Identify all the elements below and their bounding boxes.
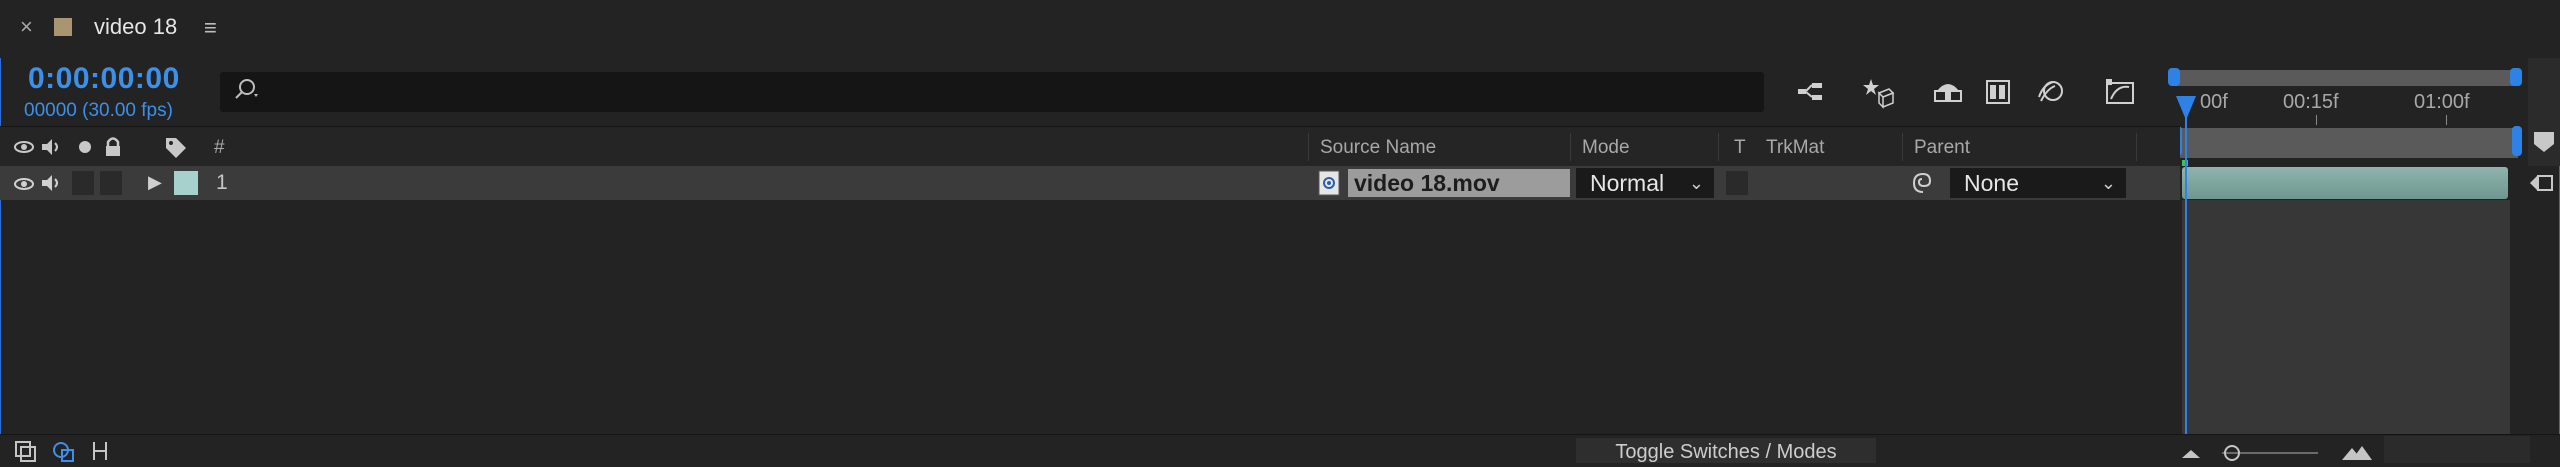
tab-color-swatch: [54, 18, 72, 36]
panel-menu-icon[interactable]: ≡: [204, 15, 217, 41]
mode-dropdown[interactable]: Normal ⌄: [1576, 168, 1714, 198]
column-source-name[interactable]: Source Name: [1320, 137, 1436, 159]
layer-index: 1: [216, 171, 228, 194]
motion-blur-icon[interactable]: [2030, 72, 2070, 112]
expand-triangle-icon[interactable]: ▶: [148, 172, 162, 193]
comp-marker-bin[interactable]: [2528, 58, 2560, 166]
current-time-indicator-head[interactable]: [2176, 96, 2196, 120]
search-icon[interactable]: [232, 76, 266, 113]
column-trkmat[interactable]: TrkMat: [1766, 137, 1824, 159]
preserve-transparency-toggle[interactable]: [1726, 171, 1748, 195]
layer-eye-icon[interactable]: [14, 176, 34, 197]
footage-file-icon: [1318, 170, 1340, 201]
layer-speaker-icon[interactable]: [40, 173, 62, 198]
source-name-field[interactable]: video 18.mov: [1348, 169, 1570, 197]
layer-solo-toggle[interactable]: [72, 171, 94, 195]
eye-icon[interactable]: [14, 139, 34, 160]
zoom-out-icon[interactable]: [2180, 446, 2202, 465]
column-mode[interactable]: Mode: [1582, 137, 1630, 159]
column-number[interactable]: #: [214, 137, 225, 159]
parent-value: None: [1964, 170, 2019, 196]
tab-bar: [0, 0, 2560, 58]
current-time-indicator[interactable]: [2185, 100, 2187, 434]
frame-blending-icon[interactable]: [1978, 72, 2018, 112]
ruler-tick: [2316, 115, 2317, 125]
tab-title[interactable]: video 18: [94, 14, 177, 40]
close-icon[interactable]: ×: [20, 14, 33, 40]
shy-layers-icon[interactable]: [1928, 72, 1968, 112]
zoom-slider-thumb[interactable]: [2222, 444, 2242, 467]
speaker-icon[interactable]: [40, 137, 62, 162]
column-header: # Source Name Mode T TrkMat Parent: [0, 126, 2180, 168]
layer-duration-bar[interactable]: [2182, 167, 2508, 199]
work-area-bar[interactable]: [2180, 128, 2518, 158]
layer-lock-toggle[interactable]: [100, 171, 122, 195]
chevron-down-icon: ⌄: [1688, 173, 1704, 193]
toggle-switches-modes-button[interactable]: Toggle Switches / Modes: [1576, 438, 1876, 463]
layer-label-color[interactable]: [174, 171, 198, 195]
footer-right-pane: [2384, 436, 2530, 463]
label-tag-icon[interactable]: [164, 136, 188, 163]
footer-bar: [0, 434, 2560, 464]
frame-rate-display: 00000 (30.00 fps): [24, 100, 173, 121]
work-area-end-handle[interactable]: [2512, 126, 2522, 156]
search-input[interactable]: [220, 72, 1764, 112]
column-parent[interactable]: Parent: [1914, 137, 1970, 159]
navigator-end-handle[interactable]: [2510, 68, 2522, 86]
mode-value: Normal: [1590, 170, 1665, 196]
draft-3d-icon[interactable]: [1858, 72, 1898, 112]
comp-flowchart-icon[interactable]: [1793, 72, 1833, 112]
ruler-tick-label: 00f: [2200, 91, 2228, 113]
navigator-start-handle[interactable]: [2168, 68, 2180, 86]
timeline-empty-area[interactable]: [2182, 200, 2510, 434]
ruler-tick-label: 00:15f: [2283, 91, 2339, 113]
graph-editor-icon[interactable]: [2100, 72, 2140, 112]
composition-button-icon[interactable]: [2526, 170, 2556, 201]
solo-icon[interactable]: [78, 140, 92, 159]
lock-icon[interactable]: [104, 136, 122, 163]
chevron-down-icon: ⌄: [2100, 173, 2116, 193]
column-t[interactable]: T: [1734, 137, 1746, 159]
ruler-tick-label: 01:00f: [2414, 91, 2470, 113]
ruler-tick: [2446, 115, 2447, 125]
pick-whip-icon[interactable]: [1910, 170, 1936, 201]
layer-row[interactable]: ▶ 1 Normal ⌄ None ⌄: [0, 166, 2180, 200]
time-navigator[interactable]: [2172, 70, 2520, 86]
parent-dropdown[interactable]: None ⌄: [1950, 168, 2126, 198]
current-time-display[interactable]: 0:00:00:00: [28, 62, 180, 96]
